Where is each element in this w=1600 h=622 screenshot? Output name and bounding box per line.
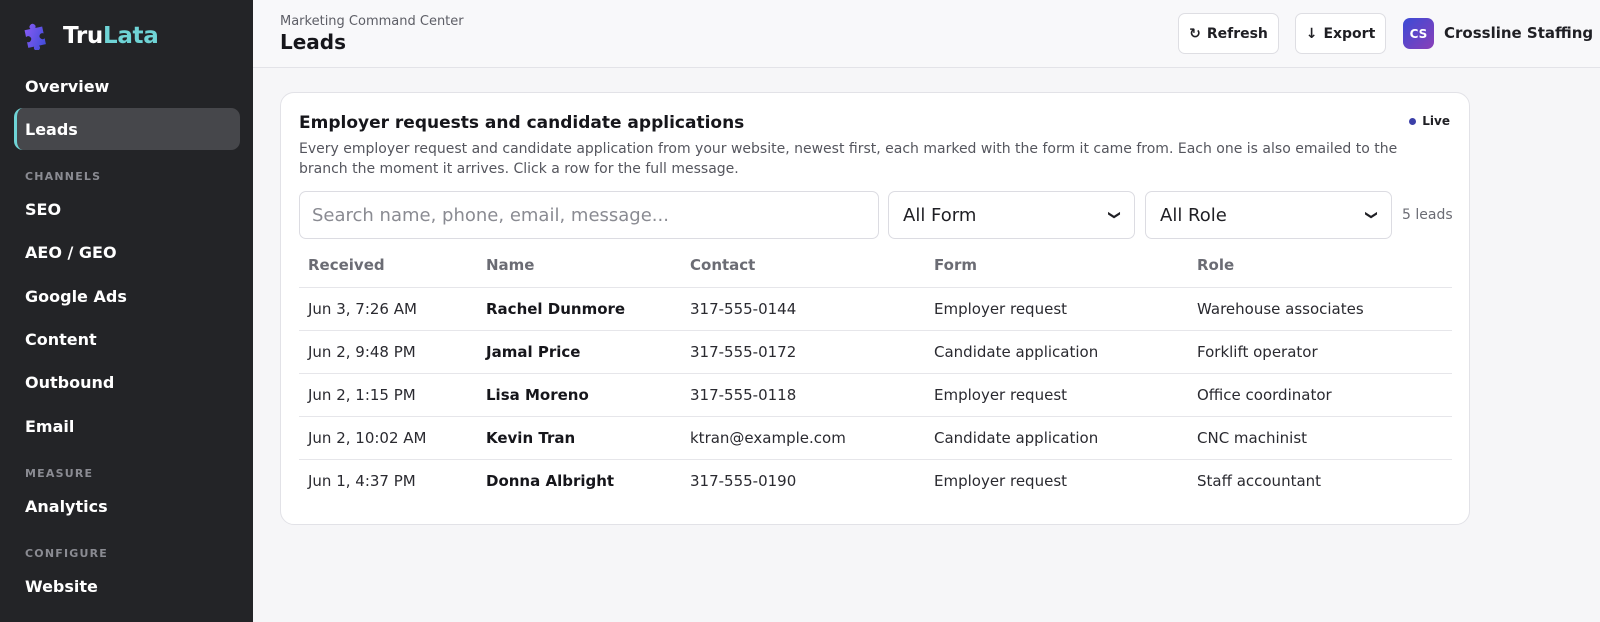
table-header-row: Received Name Contact Form Role: [299, 243, 1452, 288]
sidebar-item-content[interactable]: Content: [14, 318, 240, 360]
cell-name: Rachel Dunmore: [477, 287, 681, 331]
cell-received: Jun 1, 4:37 PM: [308, 471, 416, 490]
column-header-form[interactable]: Form: [925, 243, 1188, 288]
cell-name: Jamal Price: [477, 330, 681, 374]
cell-role: Warehouse associates: [1188, 287, 1452, 331]
table-row[interactable]: Jun 3, 7:26 AM Rachel Dunmore 317-555-01…: [299, 287, 1452, 331]
sidebar-item-overview[interactable]: Overview: [14, 65, 240, 107]
column-header-received[interactable]: Received: [299, 243, 477, 288]
cell-form: Candidate application: [925, 416, 1188, 460]
cell-role: Office coordinator: [1188, 373, 1452, 417]
sidebar-item-seo[interactable]: SEO: [14, 188, 240, 230]
form-filter-select[interactable]: All Form ❯: [888, 191, 1135, 239]
sidebar-item-leads[interactable]: Leads: [14, 108, 240, 150]
cell-form: Employer request: [925, 373, 1188, 417]
cell-contact: 317-555-0144: [681, 287, 925, 331]
cell-form: Employer request: [934, 471, 1068, 490]
export-button-label: Export: [1323, 25, 1376, 42]
chevron-down-icon: ❯: [1107, 209, 1122, 221]
live-badge: Live: [1409, 114, 1450, 128]
chevron-down-icon: ❯: [1364, 209, 1379, 221]
cell-contact: ktran@example.com: [681, 416, 925, 460]
cell-received: Jun 2, 1:15 PM: [299, 373, 477, 417]
card-description: Every employer request and candidate app…: [299, 141, 1398, 177]
topbar: Marketing Command Center Leads ↻ Refresh…: [253, 0, 1600, 68]
cell-name: Kevin Tran: [477, 416, 681, 460]
sidebar-section-measure: MEASURE: [25, 467, 94, 480]
leads-table: Received Name Contact Form Role Jun 3, 7…: [299, 243, 1452, 502]
cell-form: Employer request: [925, 287, 1188, 331]
org-name[interactable]: Crossline Staffing: [1444, 24, 1593, 42]
refresh-icon: ↻: [1189, 25, 1201, 42]
column-header-name[interactable]: Name: [477, 243, 681, 288]
cell-contact: 317-555-0190: [690, 471, 797, 490]
sidebar-item-analytics[interactable]: Analytics: [14, 485, 240, 527]
puzzle-logo-icon: [24, 23, 46, 50]
cell-contact: 317-555-0172: [681, 330, 925, 374]
cell-received: Jun 2, 9:48 PM: [299, 330, 477, 374]
lead-count: 5 leads: [1402, 207, 1453, 223]
role-filter-select[interactable]: All Role ❯: [1145, 191, 1392, 239]
live-dot-icon: [1409, 117, 1417, 125]
sidebar-item-email[interactable]: Email: [14, 405, 240, 447]
avatar[interactable]: CS: [1403, 18, 1434, 49]
search-input[interactable]: [299, 191, 879, 239]
refresh-button-label: Refresh: [1206, 25, 1268, 42]
brand-name: TruLata: [63, 23, 159, 49]
refresh-button[interactable]: ↻ Refresh: [1178, 13, 1279, 54]
sidebar-item-aeo-geo[interactable]: AEO / GEO: [14, 231, 240, 273]
cell-name: Donna Albright: [486, 471, 615, 490]
cell-received: Jun 3, 7:26 AM: [299, 287, 477, 331]
export-button[interactable]: ↓ Export: [1295, 13, 1386, 54]
sidebar-section-channels: CHANNELS: [25, 170, 102, 183]
sidebar: TruLata Overview Leads CHANNELS SEO AEO …: [0, 0, 253, 622]
breadcrumb: Marketing Command Center: [280, 14, 464, 29]
sidebar-item-website[interactable]: Website: [14, 565, 240, 607]
cell-role: Staff accountant: [1197, 471, 1322, 490]
sidebar-item-google-ads[interactable]: Google Ads: [14, 275, 240, 317]
form-filter-value: All Form: [903, 204, 977, 226]
table-row[interactable]: Jun 2, 10:02 AM Kevin Tran ktran@example…: [299, 416, 1452, 460]
role-filter-value: All Role: [1160, 204, 1227, 226]
table-row[interactable]: Jun 2, 9:48 PM Jamal Price 317-555-0172 …: [299, 330, 1452, 374]
sidebar-item-outbound[interactable]: Outbound: [14, 361, 240, 403]
live-label: Live: [1422, 114, 1450, 128]
arrow-down-icon: ↓: [1305, 25, 1318, 42]
card-title: Employer requests and candidate applicat…: [299, 113, 745, 133]
column-header-role[interactable]: Role: [1188, 243, 1452, 288]
leads-card: Employer requests and candidate applicat…: [280, 92, 1470, 525]
sidebar-section-configure: CONFIGURE: [25, 547, 108, 560]
cell-contact: 317-555-0118: [681, 373, 925, 417]
cell-name: Lisa Moreno: [477, 373, 681, 417]
brand-logo[interactable]: TruLata: [22, 21, 159, 51]
cell-role: CNC machinist: [1188, 416, 1452, 460]
cell-received: Jun 2, 10:02 AM: [299, 416, 477, 460]
cell-role: Forklift operator: [1188, 330, 1452, 374]
table-row[interactable]: Jun 2, 1:15 PM Lisa Moreno 317-555-0118 …: [299, 373, 1452, 417]
column-header-contact[interactable]: Contact: [681, 243, 925, 288]
page-title: Leads: [280, 30, 347, 54]
table-row[interactable]: Jun 1, 4:37 PM Donna Albright 317-555-01…: [299, 459, 1452, 502]
cell-form: Candidate application: [925, 330, 1188, 374]
